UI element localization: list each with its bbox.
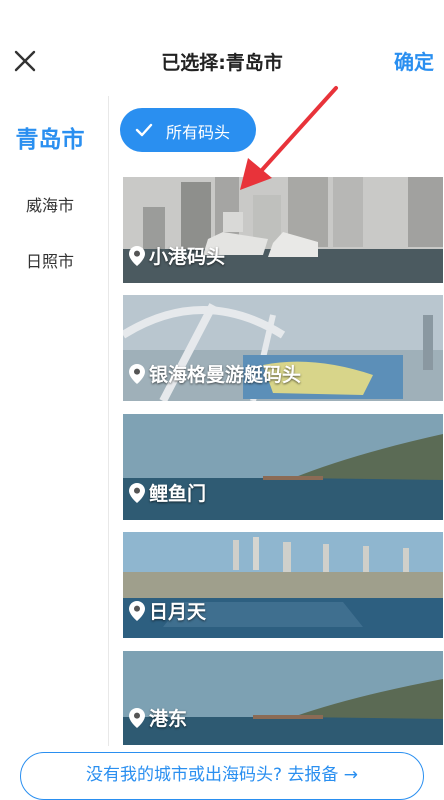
report-label: 没有我的城市或出海码头? 去报备 [85,765,339,785]
all-docks-chip[interactable]: 所有码头 [120,108,256,152]
report-button[interactable]: 没有我的城市或出海码头? 去报备 → [20,752,424,800]
location-pin-icon [129,482,145,503]
dock-label: 港东 [129,704,187,731]
location-pin-icon [129,600,145,621]
city-item-qingdao[interactable]: 青岛市 [0,120,100,154]
dock-card-xiaogang[interactable]: 小港码头 [123,177,443,283]
location-pin-icon [129,707,145,728]
dock-name: 鲤鱼门 [149,483,207,505]
dock-card-liyumen[interactable]: 鲤鱼门 [123,414,443,520]
check-icon [135,123,153,137]
confirm-button[interactable]: 确定 [394,46,434,75]
dock-card-riyuetian[interactable]: 日月天 [123,532,443,638]
city-item-rizhao[interactable]: 日照市 [0,248,100,272]
city-sidebar: 青岛市 威海市 日照市 [0,96,109,746]
dock-name: 日月天 [149,601,207,623]
dock-card-gangdong[interactable]: 港东 [123,651,443,745]
location-pin-icon [129,363,145,384]
dock-label: 日月天 [129,597,206,624]
dock-name: 小港码头 [149,246,226,268]
top-bar: 已选择:青岛市 确定 [0,0,444,96]
dock-name: 银海格曼游艇码头 [149,364,302,386]
chip-label: 所有码头 [166,123,231,142]
dock-label: 鲤鱼门 [129,479,206,506]
location-pin-icon [129,245,145,266]
arrow-right-icon: → [343,765,359,785]
page-title: 已选择:青岛市 [161,52,283,74]
city-item-weihai[interactable]: 威海市 [0,192,100,216]
dock-label: 银海格曼游艇码头 [129,360,301,387]
dock-name: 港东 [149,708,188,730]
dock-card-yinhai[interactable]: 银海格曼游艇码头 [123,295,443,401]
dock-label: 小港码头 [129,242,225,269]
